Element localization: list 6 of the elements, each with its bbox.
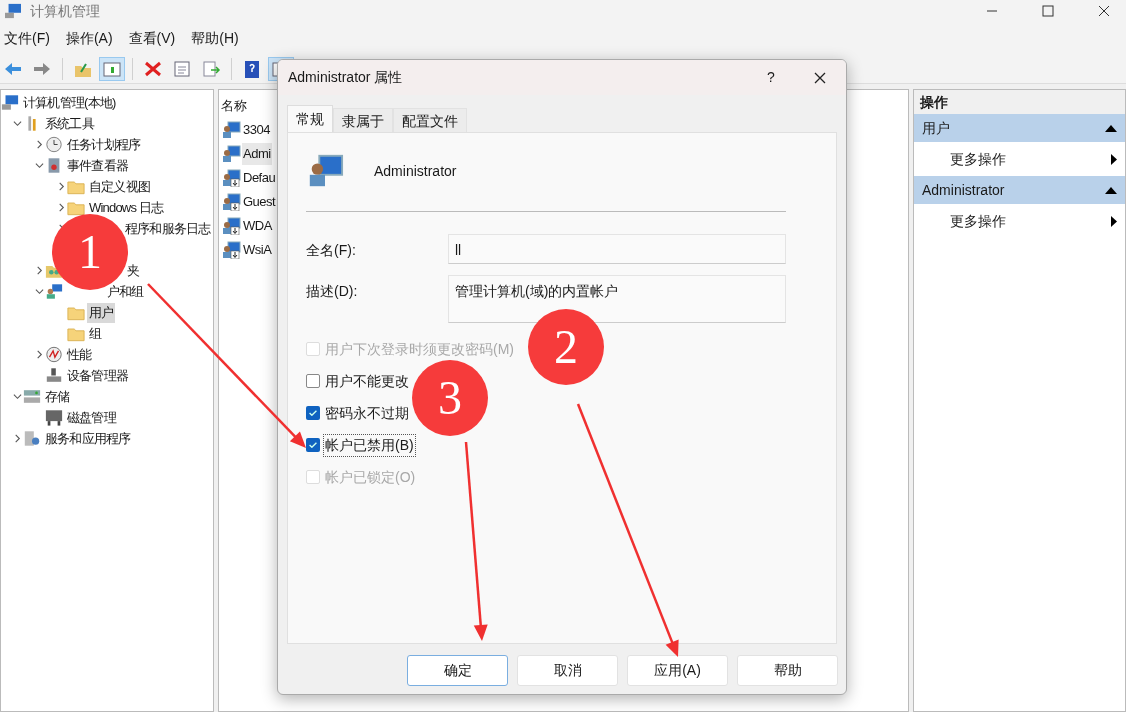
window-title: 计算机管理 — [30, 1, 100, 21]
field-label: 全名(F): — [306, 241, 357, 260]
dialog-title: Administrator 属性 — [288, 68, 403, 87]
actions-header: 操作 — [914, 90, 1125, 114]
field-label: 描述(D): — [306, 282, 359, 301]
user-name: Administrator — [374, 161, 457, 181]
